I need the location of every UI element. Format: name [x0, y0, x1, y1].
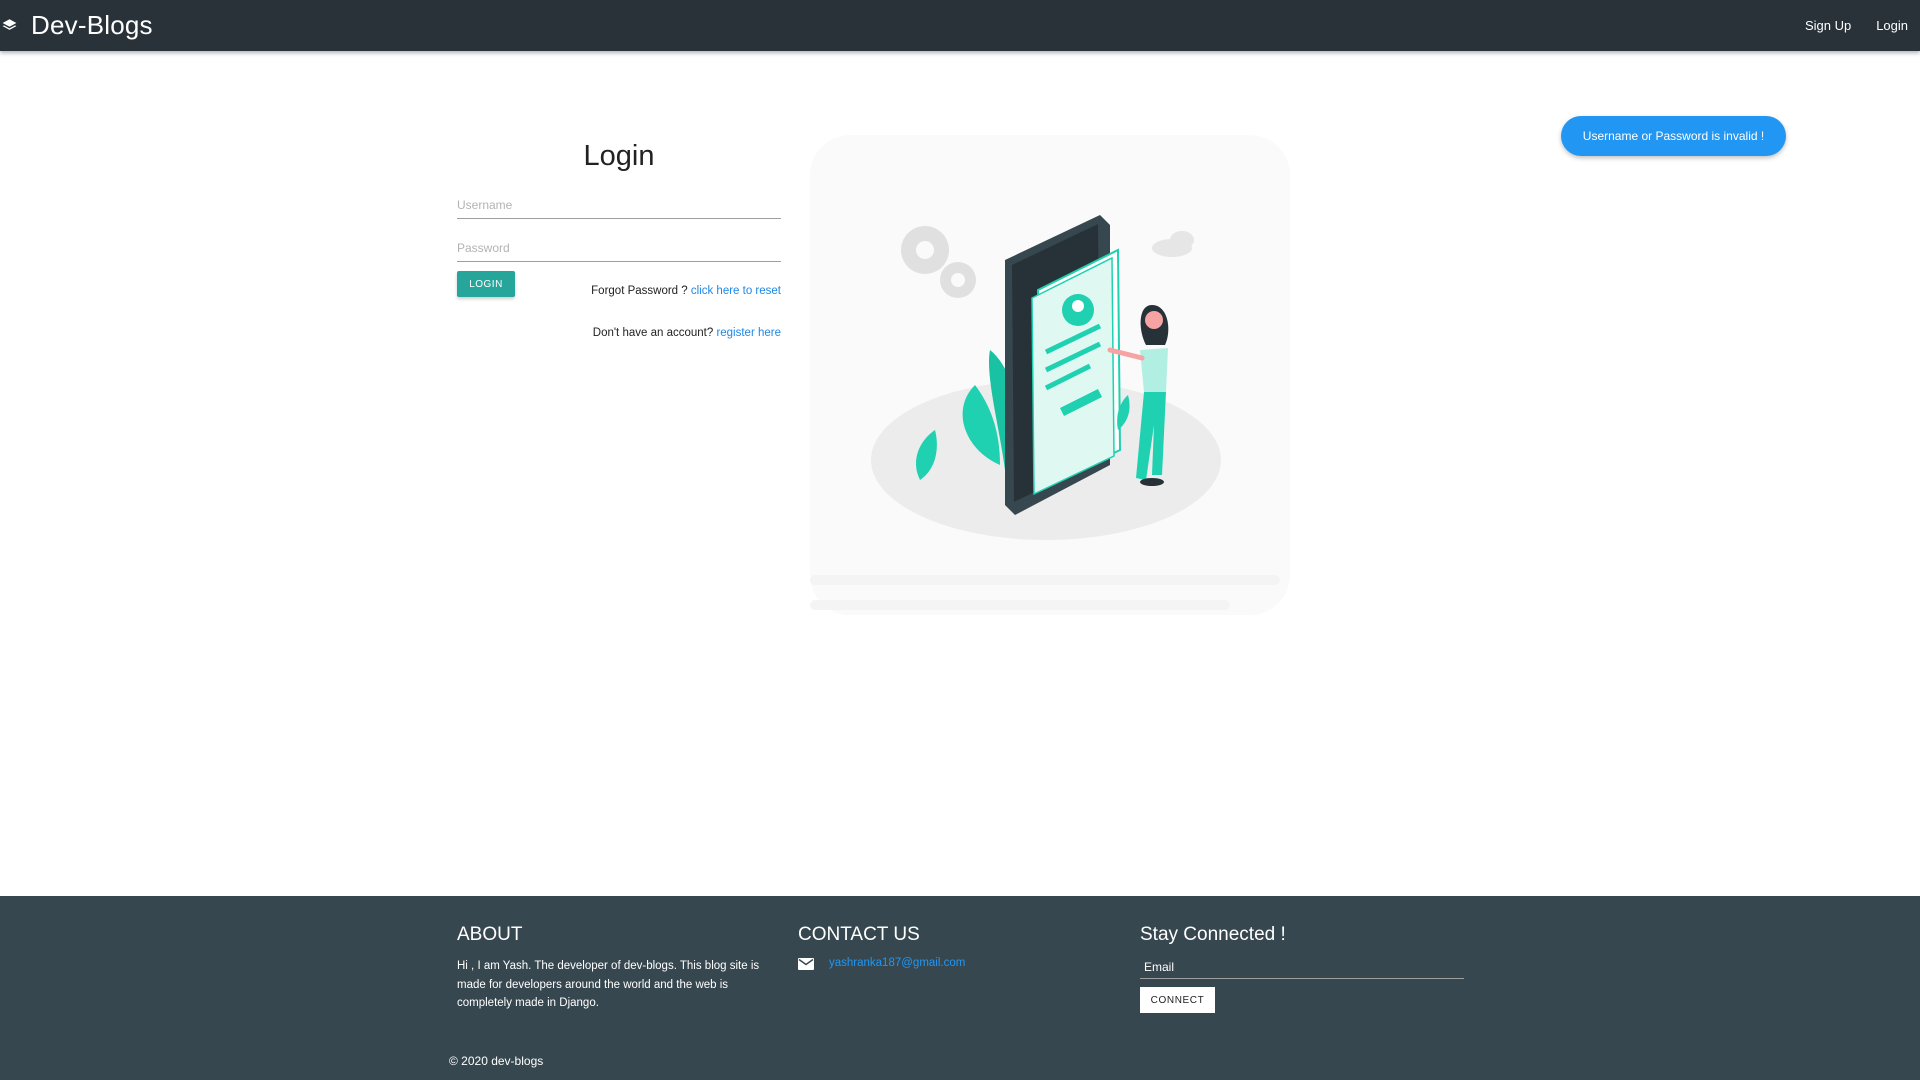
newsletter-email-input[interactable]: [1140, 955, 1464, 979]
register-line: Don't have an account? register here: [593, 327, 781, 339]
copyright: © 2020 dev-blogs: [449, 1054, 544, 1068]
footer-contact: CONTACT US yashranka187@gmail.com: [798, 924, 965, 970]
login-actions: LOGIN Forgot Password ? click here to re…: [457, 271, 781, 339]
login-illustration: [800, 130, 1295, 630]
connect-button[interactable]: CONNECT: [1140, 987, 1215, 1013]
about-text: Hi , I am Yash. The developer of dev-blo…: [457, 960, 760, 1009]
footer-about: ABOUT Hi , I am Yash. The developer of d…: [457, 924, 777, 1013]
nav-signup-link[interactable]: Sign Up: [1805, 18, 1851, 33]
reset-password-link[interactable]: click here to reset: [691, 285, 781, 297]
login-button[interactable]: LOGIN: [457, 271, 515, 297]
footer: ABOUT Hi , I am Yash. The developer of d…: [0, 896, 1920, 1080]
forgot-password-line: Forgot Password ? click here to reset: [591, 285, 781, 297]
mail-icon: [798, 957, 814, 970]
login-title: Login: [583, 140, 655, 172]
register-link[interactable]: register here: [716, 327, 781, 339]
stay-title: Stay Connected !: [1140, 924, 1286, 945]
brand-logo[interactable]: Dev-Blogs: [2, 10, 153, 41]
error-toast: Username or Password is invalid !: [1561, 116, 1786, 156]
register-text: Don't have an account?: [592, 327, 717, 339]
contact-email-link[interactable]: yashranka187@gmail.com: [829, 957, 965, 969]
nav-login-link[interactable]: Login: [1876, 18, 1908, 33]
forgot-password-text: Forgot Password ?: [591, 285, 691, 297]
footer-stay-connected: Stay Connected ! CONNECT: [1140, 924, 1464, 1013]
contact-title: CONTACT US: [798, 924, 920, 945]
about-title: ABOUT: [457, 924, 523, 945]
login-form: Login LOGIN Forgot Password ? click here…: [457, 140, 781, 339]
nav-links: Sign Up Login: [1780, 0, 1908, 51]
username-input[interactable]: [457, 191, 781, 219]
navbar: Dev-Blogs Sign Up Login: [0, 0, 1920, 51]
password-input[interactable]: [457, 234, 781, 262]
brand-name: Dev-Blogs: [31, 10, 153, 40]
layers-icon: [2, 17, 17, 35]
contact-email-row: yashranka187@gmail.com: [798, 957, 965, 970]
